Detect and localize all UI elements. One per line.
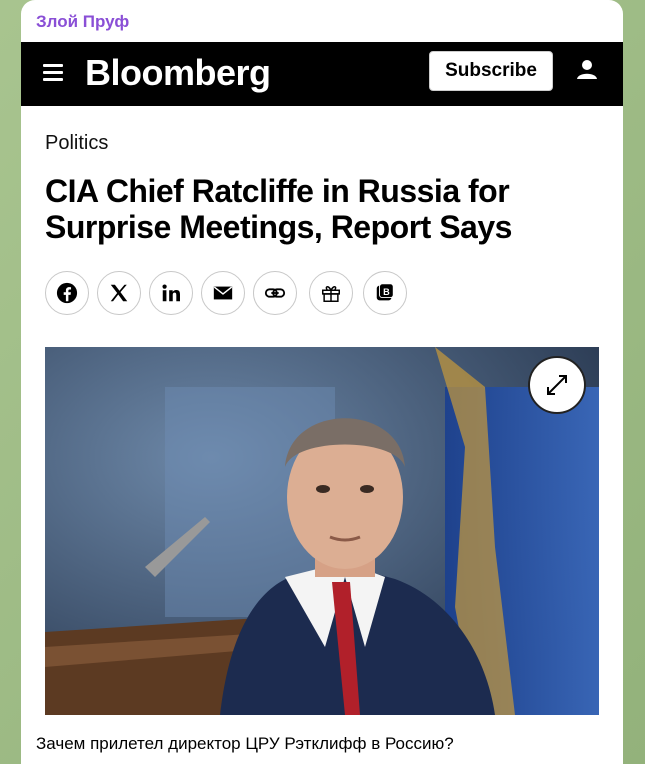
article-photo[interactable] [45, 347, 599, 715]
share-bar: B [45, 271, 445, 315]
link-icon [264, 288, 286, 298]
x-share-button[interactable] [97, 271, 141, 315]
hamburger-menu-icon[interactable] [43, 64, 63, 82]
message-text: Зачем прилетел директор ЦРУ Рэтклифф в Р… [36, 734, 454, 753]
article-headline: CIA Chief Ratcliffe in Russia for Surpri… [45, 173, 512, 245]
channel-name[interactable]: Злой Пруф [36, 12, 129, 32]
x-icon [110, 284, 128, 302]
bloomberg-save-button[interactable]: B [363, 271, 407, 315]
facebook-share-button[interactable] [45, 271, 89, 315]
bloomberg-b-icon: B [376, 283, 394, 301]
subscribe-button[interactable]: Subscribe [429, 51, 553, 91]
email-share-button[interactable] [201, 271, 245, 315]
gift-article-button[interactable] [309, 271, 353, 315]
gift-icon [322, 286, 340, 302]
article-header: Politics CIA Chief Ratcliffe in Russia f… [45, 132, 605, 245]
site-header: Bloomberg Subscribe [21, 42, 623, 106]
linkedin-share-button[interactable] [149, 271, 193, 315]
facebook-icon [56, 282, 78, 304]
linkedin-icon [162, 284, 180, 302]
svg-text:B: B [383, 287, 390, 297]
photo-illustration [45, 347, 599, 715]
user-account-icon[interactable] [576, 58, 598, 80]
message-bubble: Злой Пруф Bloomberg Subscribe Politics C… [21, 0, 623, 764]
email-icon [213, 286, 233, 300]
article-category[interactable]: Politics [45, 132, 605, 155]
site-logo[interactable]: Bloomberg [85, 52, 271, 94]
copy-link-button[interactable] [253, 271, 297, 315]
